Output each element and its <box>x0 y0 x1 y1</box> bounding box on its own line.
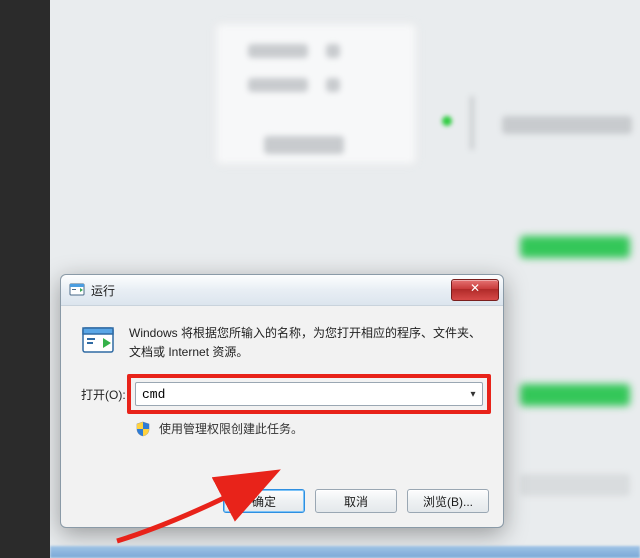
chevron-down-icon[interactable]: ▾ <box>464 389 482 400</box>
open-row: 打开(O): ▾ <box>81 382 483 406</box>
background-blur <box>470 96 474 150</box>
cancel-button[interactable]: 取消 <box>315 489 397 513</box>
open-input[interactable] <box>136 384 464 404</box>
dialog-description: Windows 将根据您所输入的名称，为您打开相应的程序、文件夹、文档或 Int… <box>129 324 483 362</box>
run-program-icon <box>81 324 115 358</box>
shield-uac-icon <box>135 421 151 437</box>
close-button[interactable]: ✕ <box>451 279 499 301</box>
status-dot-icon <box>442 116 452 126</box>
background-blur <box>326 78 340 92</box>
background-blur <box>520 236 630 258</box>
ok-button[interactable]: 确定 <box>223 489 305 513</box>
background-blur <box>520 474 630 496</box>
background-blur <box>326 44 340 58</box>
open-combobox[interactable]: ▾ <box>135 382 483 406</box>
open-label: 打开(O): <box>81 386 135 403</box>
run-title-icon <box>69 282 85 298</box>
titlebar: 运行 ✕ <box>61 275 503 306</box>
description-row: Windows 将根据您所输入的名称，为您打开相应的程序、文件夹、文档或 Int… <box>81 324 483 362</box>
button-row: 确定 取消 浏览(B)... <box>223 489 489 513</box>
dialog-body: Windows 将根据您所输入的名称，为您打开相应的程序、文件夹、文档或 Int… <box>61 306 503 449</box>
run-dialog: 运行 ✕ Windows 将根据您所输入的名称，为您打开相应的程序、文件夹、文档… <box>60 274 504 528</box>
dialog-title: 运行 <box>91 282 451 299</box>
background-blur <box>264 136 344 154</box>
background-blur <box>248 44 308 58</box>
desktop-background: 运行 ✕ Windows 将根据您所输入的名称，为您打开相应的程序、文件夹、文档… <box>50 0 640 558</box>
taskbar <box>50 546 640 558</box>
background-blur <box>248 78 308 92</box>
open-field-wrapper: ▾ <box>135 382 483 406</box>
admin-note-text: 使用管理权限创建此任务。 <box>159 420 303 437</box>
admin-note-row: 使用管理权限创建此任务。 <box>135 420 483 437</box>
close-icon: ✕ <box>470 281 480 295</box>
background-blur <box>520 384 630 406</box>
browse-button[interactable]: 浏览(B)... <box>407 489 489 513</box>
background-blur <box>502 116 632 134</box>
